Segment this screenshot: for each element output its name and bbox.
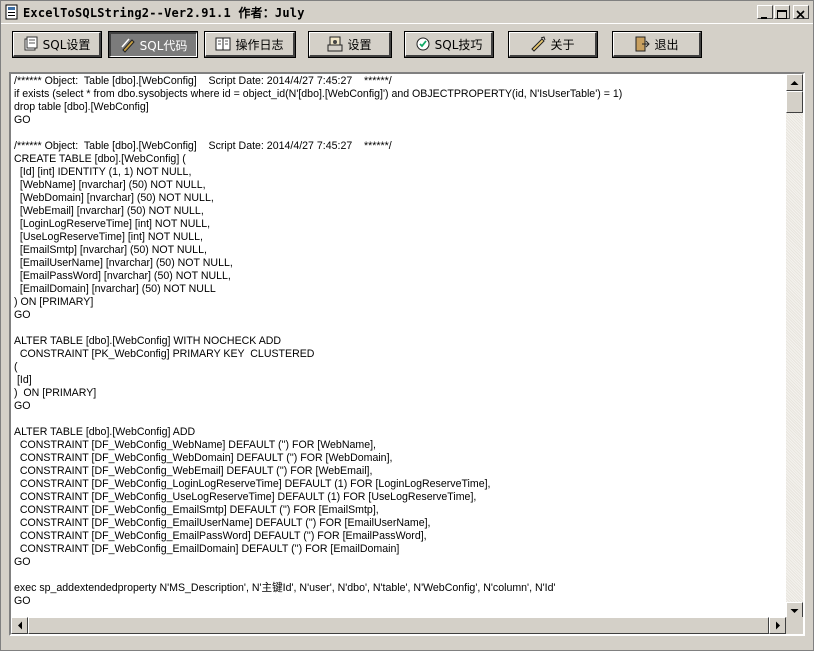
sql-code-button[interactable]: SQL代码 [108,31,198,58]
sql-code-label: SQL代码 [139,38,188,53]
sql-settings-icon [24,36,38,51]
app-icon [5,4,18,20]
operation-log-label: 操作日志 [235,37,284,52]
sql-tips-button[interactable]: SQL技巧 [404,31,494,58]
title-bar[interactable]: ExcelToSQLString2--Ver2.91.1 作者：July [1,1,813,24]
arrow-up-icon [790,80,799,85]
code-line: GO [14,309,31,321]
code-line: /****** Object: Table [dbo].[WebConfig] … [14,140,392,152]
code-line: ALTER TABLE [dbo].[WebConfig] ADD [14,426,196,438]
code-line: ALTER TABLE [dbo].[WebConfig] WITH NOCHE… [14,335,282,347]
code-line: [WebDomain] [nvarchar] (50) NOT NULL, [14,192,214,204]
minimize-button[interactable] [757,5,773,19]
about-label: 关于 [550,37,575,52]
close-icon [796,10,805,19]
scroll-up-button[interactable] [786,74,803,91]
code-line: CONSTRAINT [DF_WebConfig_LoginLogReserve… [14,478,491,490]
code-line: /****** Object: Table [dbo].[WebConfig] … [14,75,392,87]
code-line: [EmailPassWord] [nvarchar] (50) NOT NULL… [14,270,231,282]
code-icon [121,38,135,53]
code-line: CONSTRAINT [PK_WebConfig] PRIMARY KEY CL… [14,348,315,360]
code-line: GO [14,114,31,126]
app-window: ExcelToSQLString2--Ver2.91.1 作者：July SQL… [0,0,814,651]
close-button[interactable] [793,5,809,19]
code-line: GO [14,595,31,607]
about-icon [531,36,546,52]
settings-button[interactable]: 设置 [308,31,392,58]
code-line: CONSTRAINT [DF_WebConfig_EmailSmtp] DEFA… [14,504,379,516]
tips-icon [416,37,430,51]
log-icon [215,37,231,51]
code-line: ) ON [PRIMARY] [14,387,97,399]
arrow-right-icon [775,621,780,630]
scrollbar-corner [786,617,803,634]
code-line: if exists (select * from dbo.sysobjects … [14,88,623,100]
code-line: GO [14,400,31,412]
minimize-icon [761,17,767,19]
code-line: [EmailUserName] [nvarchar] (50) NOT NULL… [14,257,233,269]
sql-tips-label: SQL技巧 [434,37,483,52]
code-line: ( [14,361,18,373]
settings-label: 设置 [347,37,372,52]
code-line: [EmailSmtp] [nvarchar] (50) NOT NULL, [14,244,207,256]
code-line: drop table [dbo].[WebConfig] [14,101,149,113]
horizontal-scroll-thumb[interactable] [28,617,769,634]
code-line: [UseLogReserveTime] [int] NOT NULL, [14,231,203,243]
scroll-right-button[interactable] [769,617,786,634]
code-line: exec sp_addextendedproperty N'MS_Descrip… [14,582,556,594]
code-line: CONSTRAINT [DF_WebConfig_WebName] DEFAUL… [14,439,376,451]
code-line: [LoginLogReserveTime] [int] NOT NULL, [14,218,211,230]
horizontal-scrollbar[interactable] [11,617,786,634]
about-button[interactable]: 关于 [508,31,598,58]
code-line: GO [14,556,31,568]
toolbar: SQL设置 SQL代码 操作日志 设置 SQL技巧 关于 退出 [1,24,813,66]
vertical-scroll-thumb[interactable] [786,91,803,113]
code-line: CONSTRAINT [DF_WebConfig_UseLogReserveTi… [14,491,477,503]
arrow-left-icon [17,621,22,630]
code-line: CONSTRAINT [DF_WebConfig_EmailUserName] … [14,517,431,529]
sql-code-editor[interactable]: /****** Object: Table [dbo].[WebConfig] … [9,72,805,636]
scroll-left-button[interactable] [11,617,28,634]
code-line: [Id] [int] IDENTITY (1, 1) NOT NULL, [14,166,192,178]
sql-settings-label: SQL设置 [42,37,91,52]
maximize-button[interactable] [774,5,790,19]
exit-label: 退出 [654,37,679,52]
code-line: CONSTRAINT [DF_WebConfig_WebDomain] DEFA… [14,452,393,464]
window-title: ExcelToSQLString2--Ver2.91.1 作者：July [23,6,305,20]
code-line: [WebEmail] [nvarchar] (50) NOT NULL, [14,205,204,217]
code-line: CONSTRAINT [DF_WebConfig_WebEmail] DEFAU… [14,465,373,477]
code-line: [WebName] [nvarchar] (50) NOT NULL, [14,179,206,191]
code-line: ) ON [PRIMARY] [14,296,94,308]
sql-settings-button[interactable]: SQL设置 [12,31,102,58]
exit-icon [635,36,651,52]
arrow-down-icon [790,608,799,613]
code-text[interactable]: /****** Object: Table [dbo].[WebConfig] … [14,75,784,616]
settings-icon [327,36,343,52]
code-line: [Id] [14,374,32,386]
code-line: CREATE TABLE [dbo].[WebConfig] ( [14,153,186,165]
vertical-scrollbar[interactable] [786,74,803,619]
maximize-icon [777,10,787,19]
code-line: CONSTRAINT [DF_WebConfig_EmailDomain] DE… [14,543,400,555]
code-line: [EmailDomain] [nvarchar] (50) NOT NULL [14,283,216,295]
exit-button[interactable]: 退出 [612,31,702,58]
operation-log-button[interactable]: 操作日志 [204,31,296,58]
code-line: CONSTRAINT [DF_WebConfig_EmailPassWord] … [14,530,427,542]
